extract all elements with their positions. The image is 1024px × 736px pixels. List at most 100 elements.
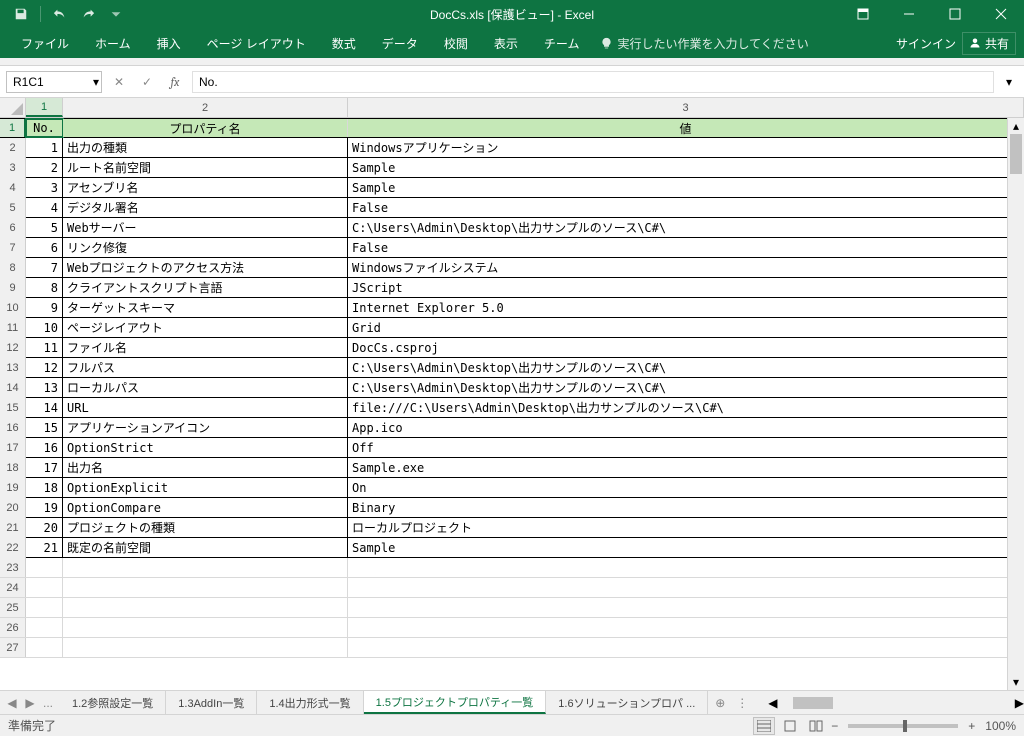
row-header[interactable]: 18	[0, 458, 26, 478]
scroll-thumb[interactable]	[1010, 134, 1022, 174]
cell[interactable]: False	[348, 198, 1024, 218]
cell[interactable]: C:\Users\Admin\Desktop\出力サンプルのソース\C#\	[348, 378, 1024, 398]
row-header[interactable]: 4	[0, 178, 26, 198]
cell[interactable]: Binary	[348, 498, 1024, 518]
cell[interactable]: 既定の名前空間	[63, 538, 348, 558]
cell[interactable]: 19	[26, 498, 63, 518]
vertical-scrollbar[interactable]: ▴ ▾	[1007, 118, 1024, 690]
cell[interactable]: 1	[26, 138, 63, 158]
row-header[interactable]: 11	[0, 318, 26, 338]
cell[interactable]	[348, 558, 1024, 577]
cell[interactable]: 3	[26, 178, 63, 198]
expand-formula-button[interactable]: ▾	[1000, 75, 1018, 89]
cell[interactable]: 8	[26, 278, 63, 298]
col-header-3[interactable]: 3	[348, 98, 1024, 117]
row-header[interactable]: 17	[0, 438, 26, 458]
cell[interactable]: プロパティ名	[63, 119, 348, 137]
cell[interactable]: Windowsファイルシステム	[348, 258, 1024, 278]
sheet-nav-ellipsis[interactable]: ...	[40, 696, 56, 710]
row-header[interactable]: 12	[0, 338, 26, 358]
cell[interactable]: On	[348, 478, 1024, 498]
sheet-tab[interactable]: 1.6ソリューションプロパ ...	[546, 691, 708, 714]
cell[interactable]: ローカルパス	[63, 378, 348, 398]
save-button[interactable]	[8, 1, 34, 27]
row-header[interactable]: 8	[0, 258, 26, 278]
cell[interactable]: 出力の種類	[63, 138, 348, 158]
cell[interactable]: デジタル署名	[63, 198, 348, 218]
cell[interactable]	[26, 558, 63, 577]
select-all-corner[interactable]	[0, 98, 26, 117]
row-header[interactable]: 2	[0, 138, 26, 158]
cell[interactable]: 18	[26, 478, 63, 498]
sheet-menu-button[interactable]: ⋮	[732, 691, 752, 714]
cell[interactable]: 2	[26, 158, 63, 178]
enter-formula-button[interactable]: ✓	[136, 71, 158, 93]
tab-team[interactable]: チーム	[531, 28, 593, 58]
row-header[interactable]: 23	[0, 558, 26, 577]
scroll-up-icon[interactable]: ▴	[1008, 118, 1024, 134]
cell[interactable]: 11	[26, 338, 63, 358]
sheet-nav-prev[interactable]: ◀	[4, 696, 20, 710]
cell[interactable]: Webサーバー	[63, 218, 348, 238]
row-header[interactable]: 6	[0, 218, 26, 238]
cell[interactable]: 13	[26, 378, 63, 398]
cell[interactable]	[63, 638, 348, 657]
undo-button[interactable]	[47, 1, 73, 27]
cell[interactable]	[26, 578, 63, 597]
cell[interactable]: No.	[26, 119, 63, 137]
tab-home[interactable]: ホーム	[82, 28, 144, 58]
sheet-tab[interactable]: 1.2参照設定一覧	[60, 691, 166, 714]
cell[interactable]: Internet Explorer 5.0	[348, 298, 1024, 318]
formula-input[interactable]: No.	[192, 71, 994, 93]
ribbon-options-button[interactable]	[840, 0, 886, 28]
cell[interactable]: App.ico	[348, 418, 1024, 438]
sheet-nav-next[interactable]: ▶	[22, 696, 38, 710]
row-header[interactable]: 16	[0, 418, 26, 438]
cell[interactable]: 5	[26, 218, 63, 238]
row-header[interactable]: 9	[0, 278, 26, 298]
cell[interactable]: Sample	[348, 178, 1024, 198]
cell[interactable]: ファイル名	[63, 338, 348, 358]
cell[interactable]	[348, 638, 1024, 657]
cell[interactable]: False	[348, 238, 1024, 258]
row-header[interactable]: 19	[0, 478, 26, 498]
tab-formulas[interactable]: 数式	[319, 28, 369, 58]
col-header-1[interactable]: 1	[26, 98, 63, 117]
hscroll-thumb[interactable]	[793, 697, 833, 709]
row-header[interactable]: 5	[0, 198, 26, 218]
cancel-formula-button[interactable]: ✕	[108, 71, 130, 93]
cell[interactable]: 17	[26, 458, 63, 478]
tab-file[interactable]: ファイル	[8, 28, 82, 58]
cell[interactable]: C:\Users\Admin\Desktop\出力サンプルのソース\C#\	[348, 218, 1024, 238]
row-header[interactable]: 22	[0, 538, 26, 558]
horizontal-scrollbar[interactable]: ◀ ▶	[768, 691, 1024, 714]
cell[interactable]: Sample.exe	[348, 458, 1024, 478]
cell[interactable]: 21	[26, 538, 63, 558]
cell[interactable]: クライアントスクリプト言語	[63, 278, 348, 298]
row-header[interactable]: 26	[0, 618, 26, 637]
minimize-button[interactable]	[886, 0, 932, 28]
cell[interactable]	[348, 578, 1024, 597]
row-header[interactable]: 15	[0, 398, 26, 418]
cell[interactable]: 15	[26, 418, 63, 438]
view-normal-button[interactable]	[753, 717, 775, 735]
cell[interactable]: フルパス	[63, 358, 348, 378]
cell[interactable]: DocCs.csproj	[348, 338, 1024, 358]
cell[interactable]: Sample	[348, 538, 1024, 558]
cell[interactable]: URL	[63, 398, 348, 418]
cell[interactable]	[348, 598, 1024, 617]
cell[interactable]: アセンブリ名	[63, 178, 348, 198]
cell[interactable]	[63, 618, 348, 637]
view-pagelayout-button[interactable]	[779, 717, 801, 735]
row-header[interactable]: 14	[0, 378, 26, 398]
row-header[interactable]: 10	[0, 298, 26, 318]
cell[interactable]: ルート名前空間	[63, 158, 348, 178]
cell[interactable]: ターゲットスキーマ	[63, 298, 348, 318]
cell[interactable]: file:///C:\Users\Admin\Desktop\出力サンプルのソー…	[348, 398, 1024, 418]
row-header[interactable]: 13	[0, 358, 26, 378]
cell[interactable]: 14	[26, 398, 63, 418]
cell[interactable]: OptionStrict	[63, 438, 348, 458]
cell[interactable]	[26, 598, 63, 617]
col-header-2[interactable]: 2	[63, 98, 348, 117]
cell[interactable]	[63, 558, 348, 577]
